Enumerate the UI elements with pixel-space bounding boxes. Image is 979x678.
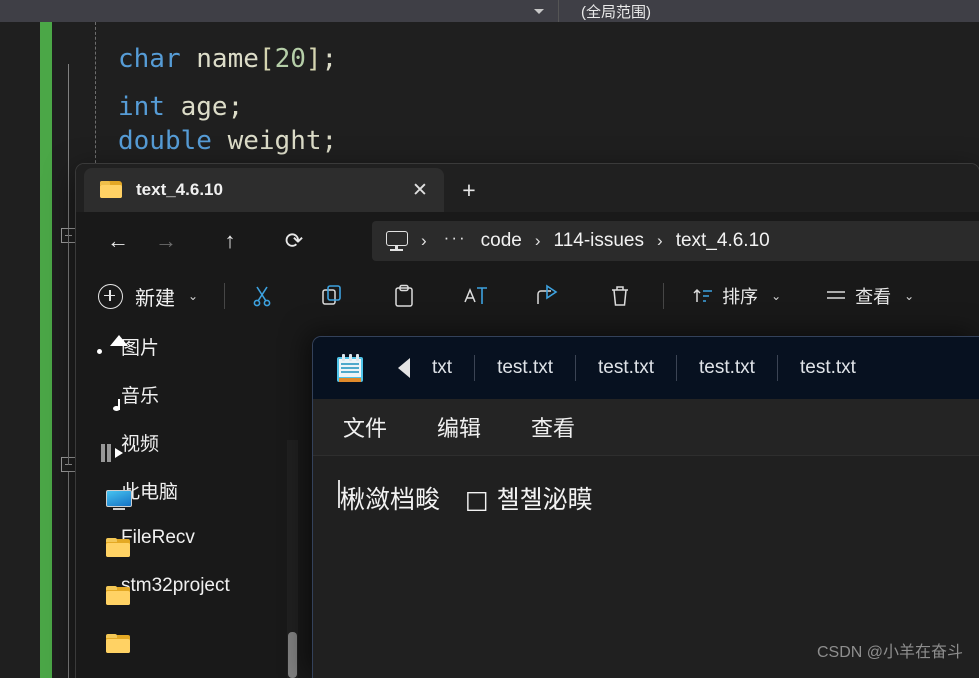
breadcrumb-item-2[interactable]: text_4.6.10 bbox=[676, 230, 770, 252]
code-token: double bbox=[118, 126, 212, 156]
chevron-right-icon: › bbox=[657, 231, 663, 250]
explorer-tab-title: text_4.6.10 bbox=[136, 180, 223, 199]
chevron-right-icon: › bbox=[421, 231, 427, 250]
code-token: 20 bbox=[274, 44, 306, 74]
code-token: ] bbox=[305, 44, 322, 74]
share-icon[interactable] bbox=[525, 277, 571, 315]
breadcrumb[interactable]: › ··· code › 114-issues › text_4.6.10 bbox=[372, 221, 979, 261]
explorer-address-bar: ← → ↑ ⟳ › ··· code › 114-issues › text_4… bbox=[76, 212, 979, 270]
chevron-down-icon: ⌄ bbox=[904, 289, 915, 303]
code-line: double weight; bbox=[118, 126, 337, 156]
monitor-icon[interactable] bbox=[386, 231, 408, 251]
cut-icon[interactable] bbox=[239, 277, 285, 315]
view-button[interactable]: 查看 ⌄ bbox=[825, 283, 914, 309]
forward-button[interactable]: → bbox=[142, 222, 190, 260]
chevron-right-icon: › bbox=[534, 231, 541, 250]
explorer-tab-active[interactable]: text_4.6.10 ✕ bbox=[84, 168, 444, 212]
sidebar-scrollbar-thumb[interactable] bbox=[288, 632, 297, 678]
code-line: int age; bbox=[118, 92, 243, 122]
notepad-menu-bar: 文件 编辑 查看 bbox=[313, 399, 979, 456]
explorer-tab-strip: text_4.6.10 ✕ + bbox=[76, 164, 979, 212]
code-token: age bbox=[180, 92, 228, 122]
csdn-watermark: CSDN @小羊在奋斗 bbox=[816, 644, 963, 661]
folder-icon bbox=[100, 181, 122, 199]
code-line: char name[20]; bbox=[118, 44, 337, 74]
refresh-button[interactable]: ⟳ bbox=[270, 222, 318, 260]
sidebar-item-label: 音乐 bbox=[121, 385, 160, 407]
chevron-down-icon[interactable]: ⌄ bbox=[188, 289, 198, 303]
sort-label: 排序 bbox=[722, 287, 759, 307]
notepad-content-text: 楸潋档畯 □ 쳴쳴泌瞙 bbox=[340, 485, 593, 514]
code-token: int bbox=[118, 92, 165, 122]
code-token: ; bbox=[321, 44, 338, 74]
close-icon[interactable]: ✕ bbox=[406, 176, 434, 204]
notepad-tab-1[interactable]: test.txt bbox=[475, 357, 575, 379]
toolbar-divider bbox=[224, 283, 226, 309]
new-tab-button[interactable]: + bbox=[454, 176, 484, 204]
rename-icon[interactable] bbox=[453, 277, 499, 315]
notepad-menu-0[interactable]: 文件 bbox=[323, 411, 407, 443]
toolbar-divider bbox=[663, 283, 665, 309]
view-label: 查看 bbox=[855, 287, 892, 307]
notepad-title-bar[interactable]: txt test.txt test.txt test.txt test.txt bbox=[313, 337, 979, 399]
chevron-down-icon: ⌄ bbox=[771, 289, 782, 303]
chevron-down-icon bbox=[534, 8, 544, 14]
indent-guide bbox=[95, 22, 96, 168]
breadcrumb-item-0[interactable]: code bbox=[481, 230, 522, 252]
paste-icon[interactable] bbox=[381, 277, 427, 315]
back-button[interactable]: ← bbox=[94, 222, 142, 260]
breadcrumb-overflow-icon[interactable]: ··· bbox=[440, 228, 471, 254]
delete-icon[interactable] bbox=[597, 277, 643, 315]
code-token: char bbox=[118, 44, 181, 74]
sort-button[interactable]: 排序 ⌄ bbox=[692, 283, 781, 309]
changes-indicator-bar bbox=[40, 22, 52, 678]
code-token: weight bbox=[227, 126, 322, 156]
sidebar-item-label: 视频 bbox=[121, 433, 160, 455]
notepad-menu-1[interactable]: 编辑 bbox=[417, 411, 501, 443]
code-token: ; bbox=[321, 126, 338, 156]
copy-icon[interactable] bbox=[309, 277, 355, 315]
notepad-icon bbox=[337, 354, 363, 382]
code-token: name bbox=[196, 44, 259, 74]
notepad-tab-2[interactable]: test.txt bbox=[576, 357, 676, 379]
tab-scroll-left-icon[interactable] bbox=[398, 358, 410, 378]
sidebar-item-label: FileRecv bbox=[121, 527, 195, 548]
new-button[interactable]: 新建 ⌄ bbox=[98, 282, 198, 311]
up-button[interactable]: ↑ bbox=[206, 222, 254, 260]
member-dropdown-value: (全局范围) bbox=[581, 3, 651, 21]
sidebar-item-label: stm32project bbox=[121, 575, 230, 596]
breadcrumb-item-1[interactable]: 114-issues bbox=[554, 230, 644, 252]
code-token: ; bbox=[227, 92, 244, 122]
editor-navigation-bar: (全局范围) bbox=[0, 0, 979, 23]
notepad-tab-4[interactable]: test.txt bbox=[778, 357, 878, 379]
code-token: [ bbox=[258, 44, 275, 74]
gutter-region-line bbox=[68, 64, 69, 250]
notepad-menu-2[interactable]: 查看 bbox=[511, 411, 595, 443]
plus-circle-icon bbox=[98, 283, 123, 309]
notepad-tab-3[interactable]: test.txt bbox=[677, 357, 777, 379]
explorer-command-bar: 新建 ⌄ 排序 ⌄ 查看 ⌄ bbox=[76, 270, 979, 322]
new-button-label: 新建 bbox=[135, 287, 175, 310]
member-dropdown[interactable]: (全局范围) bbox=[559, 0, 979, 22]
scope-dropdown[interactable] bbox=[0, 0, 558, 22]
notepad-window[interactable]: txt test.txt test.txt test.txt test.txt 文件 编辑… bbox=[313, 337, 979, 678]
gutter-region-line bbox=[68, 235, 69, 465]
gutter-region-line bbox=[68, 472, 69, 678]
notepad-tab-0[interactable]: txt bbox=[410, 357, 474, 379]
